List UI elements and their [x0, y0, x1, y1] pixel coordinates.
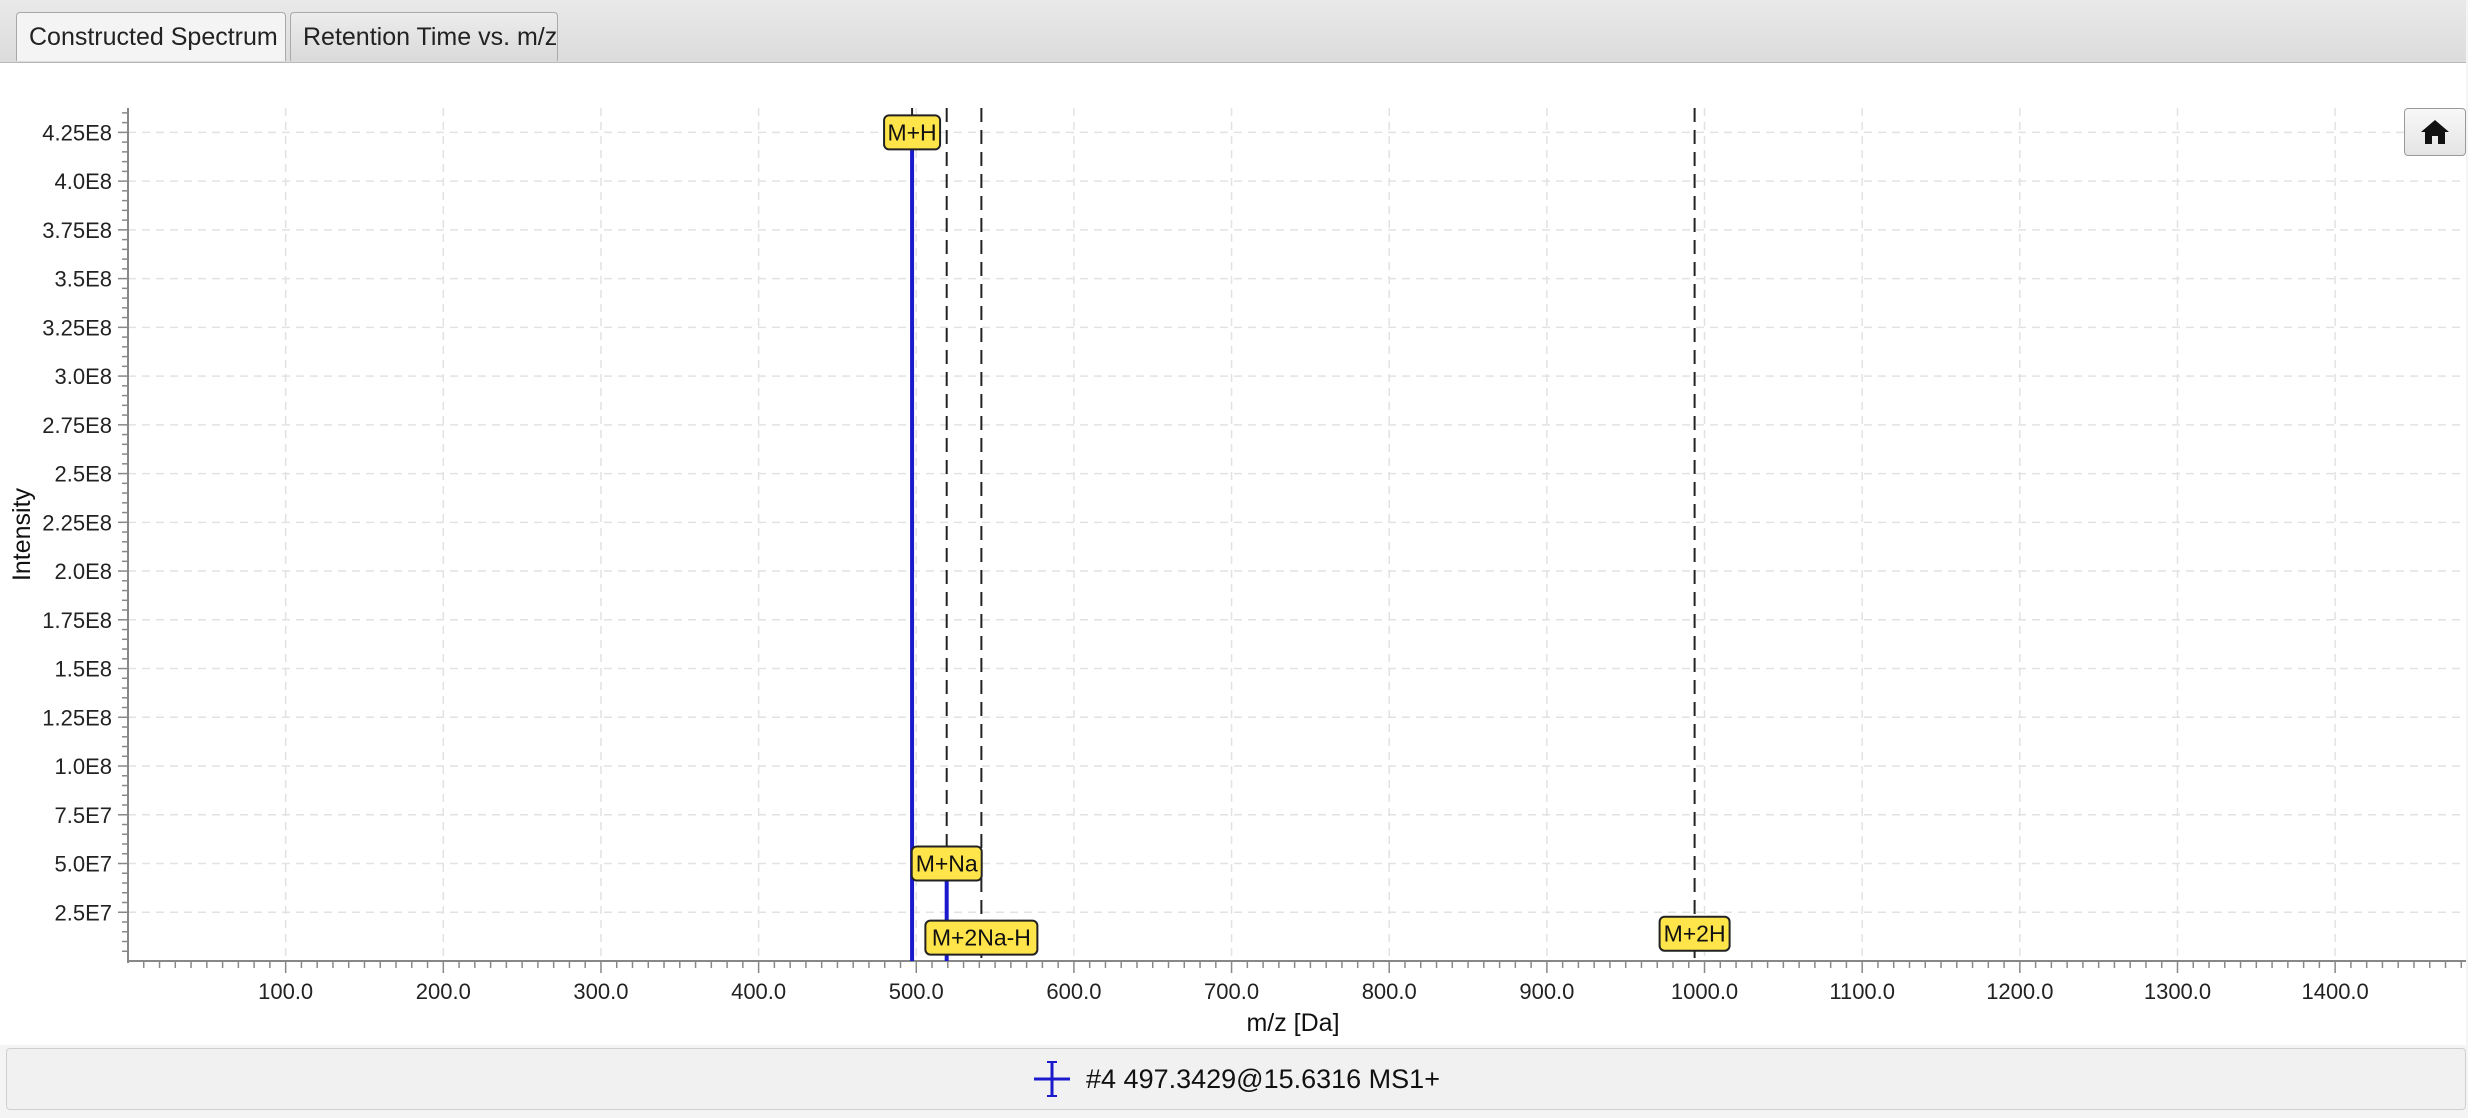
y-tick-label: 3.75E8	[42, 218, 112, 243]
status-bar: #4 497.3429@15.6316 MS1+	[6, 1048, 2466, 1110]
spectrum-chart-panel[interactable]: 100.0 200.0 300.0 400.0 500.0 600.0 700.0 800.0…	[0, 63, 2466, 1045]
y-tick-label: 3.25E8	[42, 315, 112, 340]
y-tick-label: 1.0E8	[55, 754, 113, 779]
y-axis-label: Intensity	[8, 487, 36, 581]
x-tick-label: 600.0	[1046, 979, 1101, 1004]
window-edge	[2468, 0, 2486, 1118]
x-tick-label: 300.0	[573, 979, 628, 1004]
y-tick-label: 4.0E8	[55, 169, 113, 194]
y-tick-label: 2.5E7	[55, 900, 113, 925]
x-tick-label: 200.0	[416, 979, 471, 1004]
x-tick-label: 1400.0	[2301, 979, 2368, 1004]
adduct-label: M+H	[887, 119, 936, 145]
x-tick-label: 400.0	[731, 979, 786, 1004]
x-tick-label: 700.0	[1204, 979, 1259, 1004]
x-tick-label: 1300.0	[2144, 979, 2211, 1004]
home-button[interactable]	[2404, 108, 2466, 156]
x-tick-label: 500.0	[889, 979, 944, 1004]
adduct-label: M+2H	[1664, 921, 1726, 947]
y-tick-label: 3.0E8	[55, 364, 113, 389]
tab-retention-time-vs-mz[interactable]: Retention Time vs. m/z	[290, 12, 558, 61]
y-tick-label: 4.25E8	[42, 120, 112, 145]
status-text: #4 497.3429@15.6316 MS1+	[1086, 1063, 1440, 1094]
crosshair-icon	[1034, 1061, 1071, 1097]
y-tick-label: 2.5E8	[55, 462, 113, 487]
y-tick-label: 2.0E8	[55, 559, 113, 584]
tab-bar: Constructed Spectrum Retention Time vs. …	[0, 0, 2466, 63]
x-tick-label: 800.0	[1362, 979, 1417, 1004]
adduct-label: M+Na	[916, 851, 978, 877]
x-tick-label: 1200.0	[1986, 979, 2053, 1004]
x-tick-label: 1000.0	[1671, 979, 1738, 1004]
y-tick-label: 1.75E8	[42, 608, 112, 633]
y-tick-label: 7.5E7	[55, 803, 113, 828]
x-axis-label: m/z [Da]	[1246, 1009, 1339, 1037]
y-tick-label: 2.75E8	[42, 413, 112, 438]
y-tick-label: 5.0E7	[55, 852, 113, 877]
y-tick-label: 2.25E8	[42, 510, 112, 535]
spectrum-chart[interactable]: 100.0 200.0 300.0 400.0 500.0 600.0 700.0 800.0…	[0, 63, 2466, 1045]
y-tick-label: 3.5E8	[55, 267, 113, 292]
x-tick-label: 100.0	[258, 979, 313, 1004]
home-icon	[2421, 120, 2449, 144]
tab-constructed-spectrum[interactable]: Constructed Spectrum	[16, 12, 286, 61]
adduct-label: M+2Na-H	[932, 925, 1031, 951]
y-tick-label: 1.5E8	[55, 657, 113, 682]
x-tick-label: 1100.0	[1829, 979, 1895, 1004]
y-tick-label: 1.25E8	[42, 705, 112, 730]
x-tick-label: 900.0	[1519, 979, 1574, 1004]
